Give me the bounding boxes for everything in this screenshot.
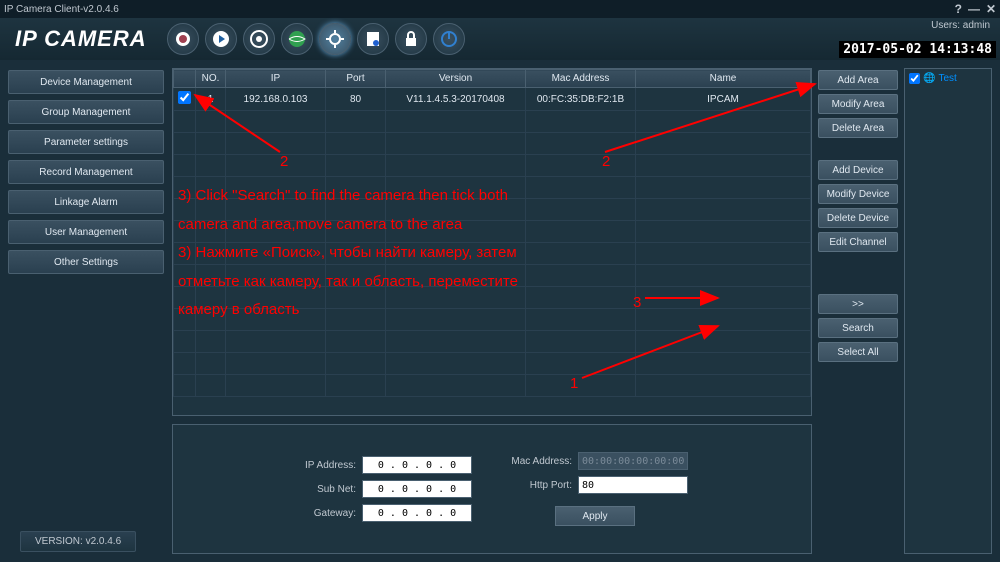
gateway-label: Gateway: [296,508,356,519]
titlebar: IP Camera Client-v2.0.4.6 ? — ✕ [0,0,1000,18]
power-icon[interactable] [433,23,465,55]
window-title: IP Camera Client-v2.0.4.6 [4,4,119,15]
edit-channel-button[interactable]: Edit Channel [818,232,898,252]
select-all-button[interactable]: Select All [818,342,898,362]
sidebar-group-management[interactable]: Group Management [8,100,164,124]
http-input[interactable] [578,476,688,494]
cell-port: 80 [326,88,386,111]
tree-root[interactable]: 🌐 Test [909,73,987,84]
table-header: NO. IP Port Version Mac Address Name [174,70,811,88]
mac-input [578,452,688,470]
mac-label: Mac Address: [502,456,572,467]
row-checkbox[interactable] [178,91,191,104]
delete-area-button[interactable]: Delete Area [818,118,898,138]
cell-name: IPCAM [636,88,811,111]
subnet-label: Sub Net: [296,484,356,495]
record-icon[interactable] [243,23,275,55]
ip-input[interactable] [362,456,472,474]
header: IP CAMERA Users: admin 2017-05-02 14:13:… [0,18,1000,60]
log-icon[interactable] [357,23,389,55]
close-icon[interactable]: ✕ [986,2,996,16]
details-panel: IP Address: Sub Net: Gateway: Mac Addres… [172,424,812,554]
play-icon[interactable] [205,23,237,55]
move-button[interactable]: >> [818,294,898,314]
sidebar-record-management[interactable]: Record Management [8,160,164,184]
gateway-input[interactable] [362,504,472,522]
table-row[interactable]: 1 192.168.0.103 80 V11.1.4.5.3-20170408 … [174,88,811,111]
cell-mac: 00:FC:35:DB:F2:1B [526,88,636,111]
col-check [174,70,196,88]
tree-checkbox[interactable] [909,73,920,84]
modify-area-button[interactable]: Modify Area [818,94,898,114]
sidebar-user-management[interactable]: User Management [8,220,164,244]
subnet-input[interactable] [362,480,472,498]
col-no[interactable]: NO. [196,70,226,88]
lock-icon[interactable] [395,23,427,55]
sidebar: Device Management Group Management Param… [0,60,172,562]
ip-label: IP Address: [296,460,356,471]
modify-device-button[interactable]: Modify Device [818,184,898,204]
col-mac[interactable]: Mac Address [526,70,636,88]
logo: IP CAMERA [15,26,147,52]
settings-icon[interactable] [319,23,351,55]
device-table: NO. IP Port Version Mac Address Name 1 [172,68,812,416]
apply-button[interactable]: Apply [555,506,635,526]
search-button[interactable]: Search [818,318,898,338]
datetime: 2017-05-02 14:13:48 [839,41,996,58]
user-label: Users: admin [931,20,990,31]
cell-version: V11.1.4.5.3-20170408 [386,88,526,111]
add-device-button[interactable]: Add Device [818,160,898,180]
add-area-button[interactable]: Add Area [818,70,898,90]
tree-label: Test [938,73,956,84]
col-ip[interactable]: IP [226,70,326,88]
sidebar-other-settings[interactable]: Other Settings [8,250,164,274]
cell-no: 1 [196,88,226,111]
action-panel: Add Area Modify Area Delete Area Add Dev… [818,68,898,554]
sidebar-parameter-settings[interactable]: Parameter settings [8,130,164,154]
minimize-icon[interactable]: — [968,2,980,16]
col-name[interactable]: Name [636,70,811,88]
globe-icon[interactable] [281,23,313,55]
col-version[interactable]: Version [386,70,526,88]
toolbar [167,23,465,55]
window-controls: ? — ✕ [955,2,996,16]
cell-ip: 192.168.0.103 [226,88,326,111]
area-tree: 🌐 Test [904,68,992,554]
col-port[interactable]: Port [326,70,386,88]
version-label: VERSION: v2.0.4.6 [20,531,136,552]
help-icon[interactable]: ? [955,2,962,16]
camera-icon[interactable] [167,23,199,55]
globe-small-icon: 🌐 [923,73,935,84]
sidebar-linkage-alarm[interactable]: Linkage Alarm [8,190,164,214]
delete-device-button[interactable]: Delete Device [818,208,898,228]
sidebar-device-management[interactable]: Device Management [8,70,164,94]
http-label: Http Port: [502,480,572,491]
